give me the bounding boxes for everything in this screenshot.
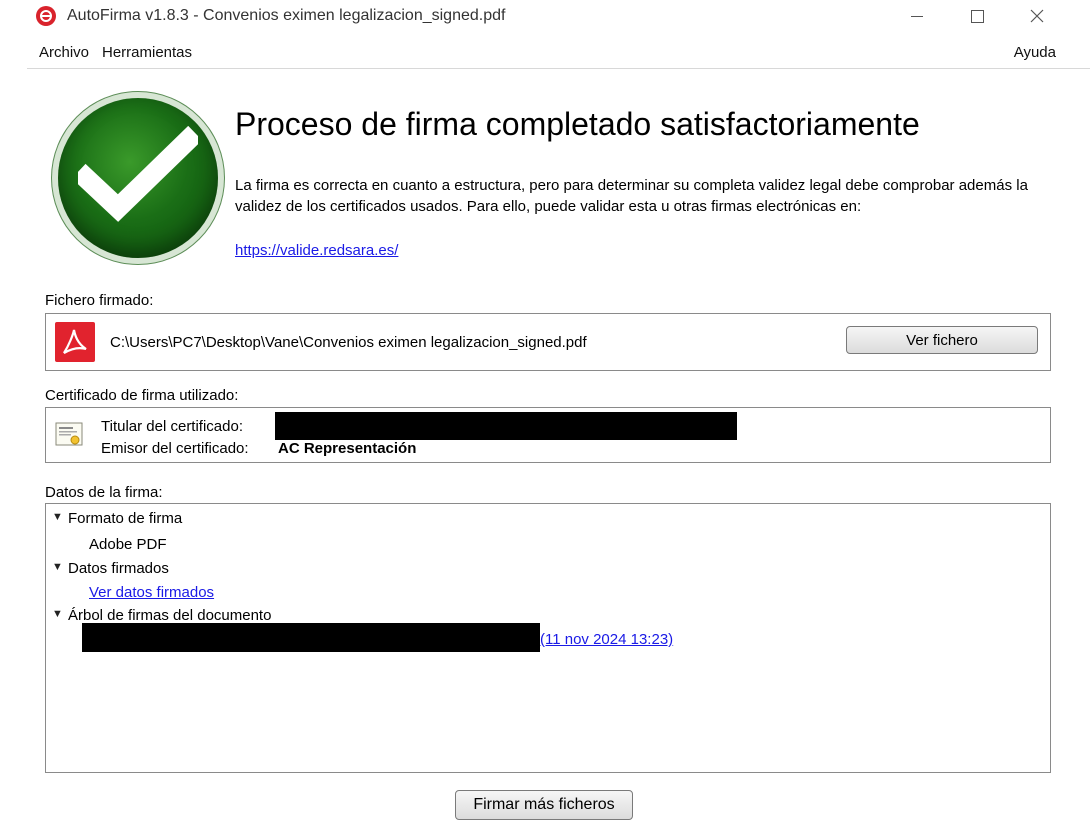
minimize-icon [911, 15, 923, 17]
redacted-holder [275, 412, 737, 440]
autofirma-window: AutoFirma v1.8.3 - Convenios eximen lega… [27, 0, 1090, 826]
success-check-icon [58, 98, 218, 258]
signed-file-label: Fichero firmado: [45, 292, 154, 309]
signed-file-path: C:\Users\PC7\Desktop\Vane\Convenios exim… [110, 334, 587, 351]
close-icon [1030, 9, 1044, 23]
menu-ayuda[interactable]: Ayuda [1014, 44, 1056, 61]
autofirma-app-icon [36, 6, 56, 26]
signature-data-tree: ▼ Formato de firma Adobe PDF ▼ Datos fir… [45, 503, 1051, 773]
ver-datos-firmados-link[interactable]: Ver datos firmados [89, 584, 214, 601]
signed-file-panel: C:\Users\PC7\Desktop\Vane\Convenios exim… [45, 313, 1051, 371]
maximize-button[interactable] [947, 0, 1007, 32]
tree-node-signature-tree[interactable]: Árbol de firmas del documento [68, 607, 271, 624]
tree-node-format[interactable]: Formato de firma [68, 510, 182, 527]
certificate-holder-label: Titular del certificado: [101, 418, 244, 435]
menu-archivo[interactable]: Archivo [39, 44, 89, 61]
result-description: La firma es correcta en cuanto a estruct… [235, 177, 1028, 215]
menu-bar: Archivo Herramientas Ayuda [27, 36, 1090, 69]
signature-date-link[interactable]: (11 nov 2024 13:23) [540, 631, 673, 648]
firmar-mas-ficheros-button[interactable]: Firmar más ficheros [455, 790, 633, 820]
close-button[interactable] [1007, 0, 1067, 32]
minimize-button[interactable] [887, 0, 947, 32]
certificate-issuer-value: AC Representación [278, 440, 417, 457]
expand-arrow-icon[interactable]: ▼ [52, 608, 63, 620]
certificate-label: Certificado de firma utilizado: [45, 387, 239, 404]
ver-fichero-button[interactable]: Ver fichero [846, 326, 1038, 354]
certificate-icon [55, 422, 83, 446]
result-heading: Proceso de firma completado satisfactori… [235, 106, 920, 142]
certificate-panel: Titular del certificado: Emisor del cert… [45, 407, 1051, 463]
expand-arrow-icon[interactable]: ▼ [52, 511, 63, 523]
expand-arrow-icon[interactable]: ▼ [52, 561, 63, 573]
menu-herramientas[interactable]: Herramientas [102, 44, 192, 61]
redacted-signer [82, 623, 540, 652]
maximize-icon [970, 9, 984, 23]
signature-data-label: Datos de la firma: [45, 484, 163, 501]
pdf-icon [55, 322, 95, 362]
tree-node-signed-data[interactable]: Datos firmados [68, 560, 169, 577]
tree-node-format-value[interactable]: Adobe PDF [89, 536, 167, 553]
title-bar[interactable]: AutoFirma v1.8.3 - Convenios eximen lega… [27, 0, 1090, 36]
certificate-issuer-label: Emisor del certificado: [101, 440, 249, 457]
window-title: AutoFirma v1.8.3 - Convenios eximen lega… [67, 7, 506, 24]
valide-link[interactable]: https://valide.redsara.es/ [235, 242, 398, 259]
